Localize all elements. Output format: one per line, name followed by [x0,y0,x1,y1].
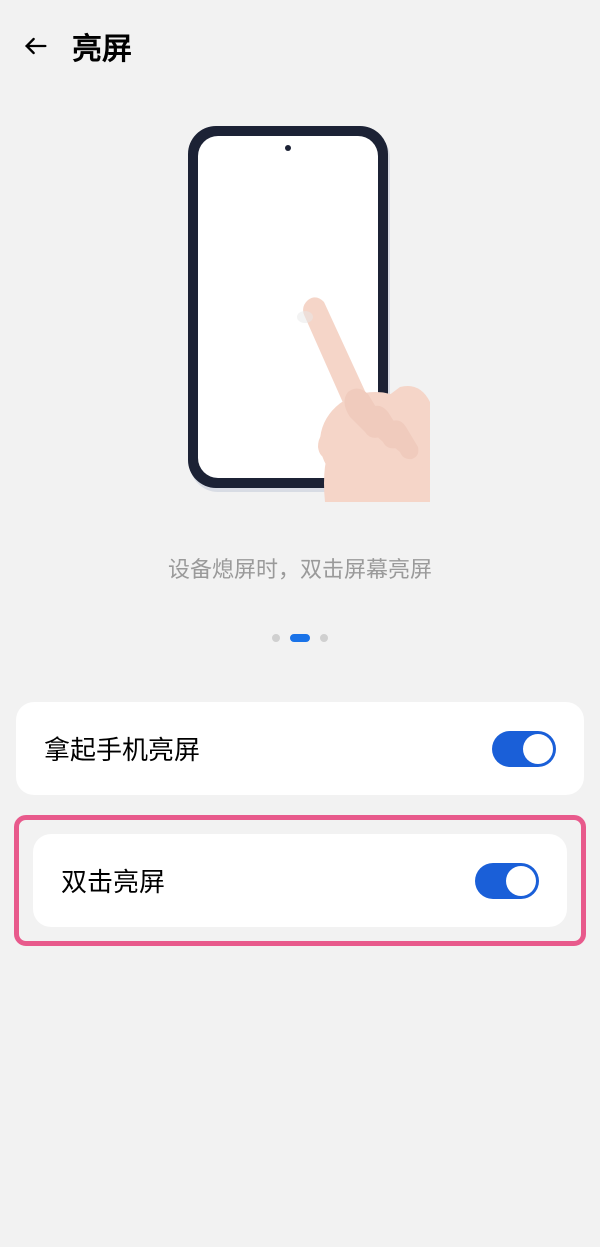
page-title: 亮屏 [72,24,132,68]
back-icon[interactable] [20,30,52,62]
phone-illustration [170,122,430,502]
setting-double-tap-wake[interactable]: 双击亮屏 [33,834,567,927]
toggle-knob [523,734,553,764]
settings-list: 拿起手机亮屏 双击亮屏 [0,702,600,946]
illustration-container: 设备熄屏时，双击屏幕亮屏 [0,92,600,702]
highlight-annotation: 双击亮屏 [14,815,586,946]
pagination-dot-active[interactable] [290,634,310,642]
pagination-dot[interactable] [320,634,328,642]
setting-label: 拿起手机亮屏 [44,730,200,767]
header: 亮屏 [0,0,600,92]
toggle-switch[interactable] [492,731,556,767]
setting-label: 双击亮屏 [61,862,165,899]
toggle-knob [506,866,536,896]
toggle-switch[interactable] [475,863,539,899]
setting-raise-to-wake[interactable]: 拿起手机亮屏 [16,702,584,795]
pagination-dot[interactable] [272,634,280,642]
pagination-dots[interactable] [272,634,328,642]
illustration-description: 设备熄屏时，双击屏幕亮屏 [168,552,432,584]
